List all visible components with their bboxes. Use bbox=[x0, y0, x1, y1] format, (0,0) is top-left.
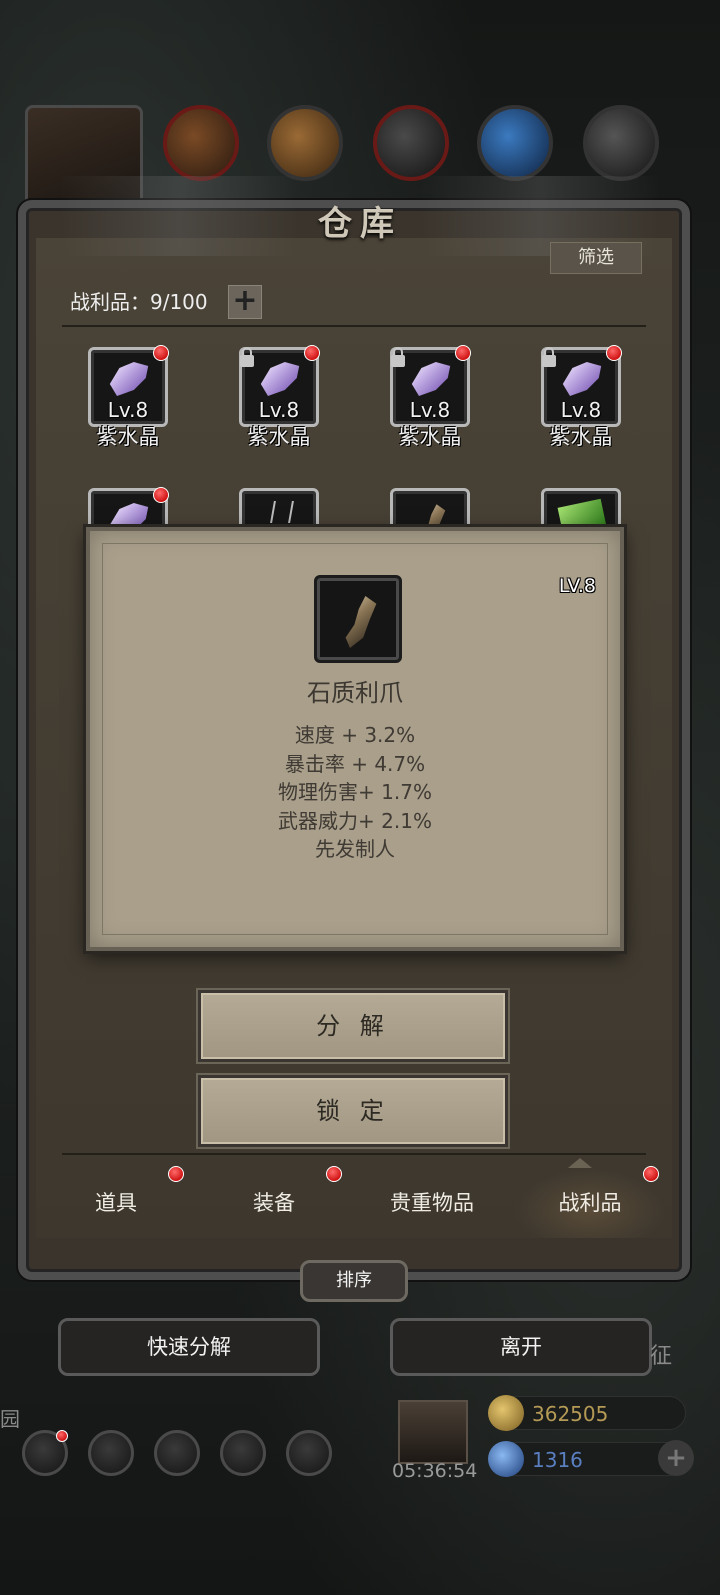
resource-leather-icon[interactable] bbox=[163, 105, 239, 181]
armor-icon[interactable] bbox=[154, 1430, 200, 1476]
hud-side-label: 征 bbox=[650, 1344, 673, 1369]
detail-level: LV.8 bbox=[558, 575, 596, 597]
mail-icon[interactable] bbox=[220, 1430, 266, 1476]
resource-crystal-icon[interactable] bbox=[477, 105, 553, 181]
item-name: 紫水晶 bbox=[96, 425, 160, 449]
fang-icon bbox=[270, 501, 294, 523]
stat-line: 暴击率 + 4.7% bbox=[284, 751, 426, 776]
detail-item-name: 石质利爪 bbox=[307, 679, 403, 707]
new-badge bbox=[153, 345, 169, 361]
new-badge bbox=[304, 345, 320, 361]
filter-button[interactable]: 筛选 bbox=[550, 242, 642, 274]
tabs-divider bbox=[62, 1153, 646, 1155]
detail-stats: 速度 + 3.2% 暴击率 + 4.7% 物理伤害+ 1.7% 武器威力+ 2.… bbox=[90, 721, 620, 864]
sort-button[interactable]: 排序 bbox=[300, 1260, 408, 1302]
add-currency-button[interactable]: + bbox=[658, 1440, 694, 1476]
leave-button[interactable]: 离开 bbox=[390, 1318, 652, 1376]
map-icon[interactable] bbox=[286, 1430, 332, 1476]
item-level: Lv.8 bbox=[409, 398, 451, 422]
expand-capacity-button[interactable]: + bbox=[228, 285, 262, 319]
stat-line: 物理伤害+ 1.7% bbox=[278, 780, 432, 804]
gem-amount: 1316 bbox=[532, 1448, 583, 1472]
amethyst-icon bbox=[260, 362, 300, 396]
quick-decompose-button[interactable]: 快速分解 bbox=[58, 1318, 320, 1376]
lock-icon bbox=[542, 347, 556, 367]
panel-title: 仓库 bbox=[318, 204, 402, 244]
tab-badge bbox=[168, 1166, 184, 1182]
item-name: 紫水晶 bbox=[398, 425, 462, 449]
tab-badge bbox=[643, 1166, 659, 1182]
new-badge bbox=[606, 345, 622, 361]
stat-line: 先发制人 bbox=[315, 837, 395, 861]
tab-valuables[interactable]: 贵重物品 bbox=[356, 1168, 508, 1238]
item-level: Lv.8 bbox=[560, 398, 602, 422]
new-badge bbox=[455, 345, 471, 361]
amethyst-icon bbox=[562, 362, 602, 396]
skill-icon[interactable] bbox=[88, 1430, 134, 1476]
stat-line: 武器威力+ 2.1% bbox=[278, 808, 432, 833]
resource-iron-icon[interactable] bbox=[373, 105, 449, 181]
active-tab-indicator bbox=[568, 1158, 592, 1168]
amethyst-icon bbox=[109, 362, 149, 396]
lock-icon bbox=[391, 347, 405, 367]
lock-icon bbox=[240, 347, 254, 367]
item-detail-popup: LV.8 石质利爪 速度 + 3.2% 暴击率 + 4.7% 物理伤害+ 1.7… bbox=[86, 527, 624, 951]
gem-icon bbox=[488, 1441, 524, 1477]
capacity-label: 战利品：9/100 bbox=[70, 290, 208, 314]
tab-loot[interactable]: 战利品 bbox=[514, 1168, 666, 1238]
item-name: 紫水晶 bbox=[549, 425, 613, 449]
header-divider bbox=[62, 325, 646, 327]
gift-icon[interactable] bbox=[398, 1400, 468, 1464]
gold-amount: 362505 bbox=[532, 1402, 609, 1426]
amethyst-icon bbox=[411, 362, 451, 396]
resource-wood-icon[interactable] bbox=[267, 105, 343, 181]
category-tabs: 道具 装备 贵重物品 战利品 bbox=[36, 1168, 672, 1238]
tab-badge bbox=[326, 1166, 342, 1182]
item-level: Lv.8 bbox=[258, 398, 300, 422]
stat-line: 速度 + 3.2% bbox=[294, 723, 416, 747]
detail-item-slot bbox=[314, 575, 402, 663]
hud-location-label: 园 bbox=[0, 1407, 20, 1431]
lock-button[interactable]: 锁 定 bbox=[198, 1075, 508, 1147]
gold-icon bbox=[488, 1395, 524, 1431]
settings-badge bbox=[56, 1430, 68, 1442]
item-name: 紫水晶 bbox=[247, 425, 311, 449]
resource-stone-icon[interactable] bbox=[583, 105, 659, 181]
new-badge bbox=[153, 487, 169, 503]
decompose-button[interactable]: 分 解 bbox=[198, 990, 508, 1062]
item-level: Lv.8 bbox=[107, 398, 149, 422]
gift-timer: 05:36:54 bbox=[392, 1460, 478, 1482]
stone-claw-icon bbox=[345, 596, 377, 648]
